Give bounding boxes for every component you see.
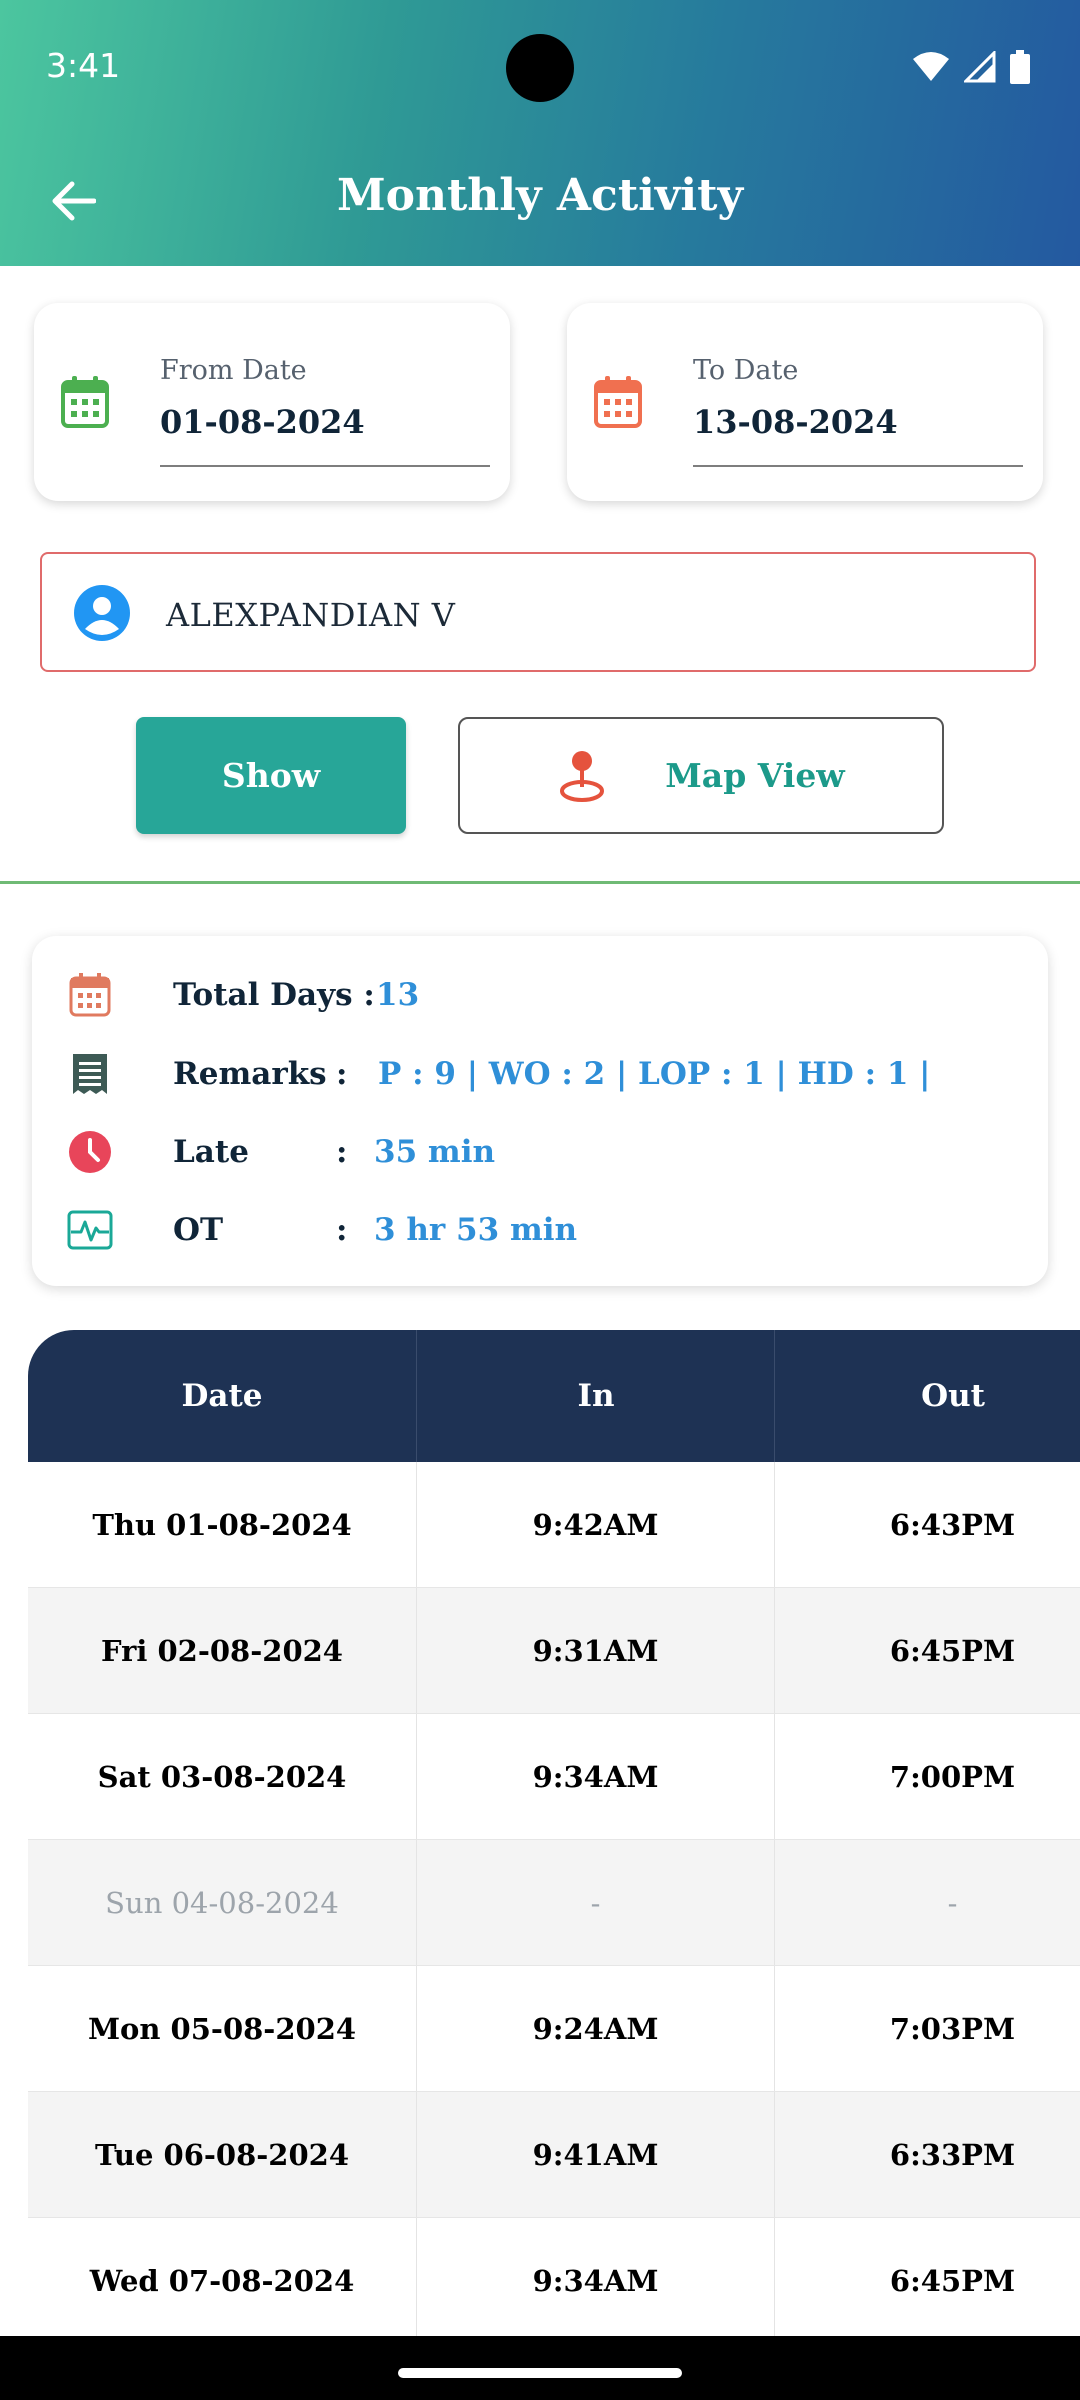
status-time: 3:41 xyxy=(46,46,121,85)
cell-date: Fri 02-08-2024 xyxy=(101,1634,343,1668)
cell-out: 6:33PM xyxy=(774,2092,1080,2218)
app-header: 3:41 Monthly Activity xyxy=(0,0,1080,266)
pulse-icon xyxy=(67,1210,113,1250)
home-gesture-handle[interactable] xyxy=(398,2368,682,2378)
employee-name: ALEXPANDIAN V xyxy=(166,596,456,634)
cell-date: Tue 06-08-2024 xyxy=(94,2138,350,2172)
to-date-field[interactable]: To Date 13-08-2024 xyxy=(567,303,1043,501)
from-date-underline xyxy=(160,465,490,467)
cell-in: 9:31AM xyxy=(416,1588,774,1714)
table-row[interactable]: Sat 03-08-2024 9:34AM 7:00PM xyxy=(28,1714,1080,1840)
cell-out: 7:00PM xyxy=(774,1714,1080,1840)
to-date-underline xyxy=(693,465,1023,467)
table-row[interactable]: Wed 07-08-2024 9:34AM 6:45PM xyxy=(28,2218,1080,2336)
total-days-row: Total Days : 13 xyxy=(66,971,419,1019)
table-row[interactable]: Fri 02-08-2024 9:31AM 6:45PM xyxy=(28,1588,1080,1714)
late-colon: : xyxy=(336,1134,348,1170)
table-row[interactable]: Tue 06-08-2024 9:41AM 6:33PM xyxy=(28,2092,1080,2218)
table-row[interactable]: Sun 04-08-2024 - - xyxy=(28,1840,1080,1966)
cell-out: 6:43PM xyxy=(774,1462,1080,1588)
from-date-value: 01-08-2024 xyxy=(160,403,365,441)
page-title: Monthly Activity xyxy=(336,170,744,221)
remarks-row: Remarks : P : 9 | WO : 2 | LOP : 1 | HD … xyxy=(66,1050,930,1098)
wifi-icon xyxy=(913,52,949,81)
table-row[interactable]: Mon 05-08-2024 9:24AM 7:03PM xyxy=(28,1966,1080,2092)
column-header-date: Date xyxy=(181,1378,263,1414)
map-pin-icon xyxy=(560,750,605,802)
ot-value: 3 hr 53 min xyxy=(374,1212,578,1248)
cell-out: 6:45PM xyxy=(774,2218,1080,2336)
cell-date: Mon 05-08-2024 xyxy=(87,2012,357,2046)
cell-in: - xyxy=(416,1840,774,1966)
cell-out: 6:45PM xyxy=(774,1588,1080,1714)
ot-row: OT : 3 hr 53 min xyxy=(66,1206,577,1254)
cell-in: 9:41AM xyxy=(416,2092,774,2218)
cell-in: 9:34AM xyxy=(416,2218,774,2336)
map-view-button[interactable]: Map View xyxy=(458,717,944,834)
receipt-icon xyxy=(73,1054,107,1094)
late-value: 35 min xyxy=(374,1134,496,1170)
cell-in: 9:34AM xyxy=(416,1714,774,1840)
total-days-label: Total Days : xyxy=(173,977,375,1013)
total-days-value: 13 xyxy=(376,977,420,1013)
table-row[interactable]: Thu 01-08-2024 9:42AM 6:43PM xyxy=(28,1462,1080,1588)
to-date-value: 13-08-2024 xyxy=(693,403,898,441)
cell-date: Sun 04-08-2024 xyxy=(105,1886,339,1920)
from-date-label: From Date xyxy=(160,355,307,386)
cell-date: Sat 03-08-2024 xyxy=(97,1760,347,1794)
remarks-colon: : xyxy=(336,1056,348,1092)
column-header-in: In xyxy=(416,1330,775,1462)
summary-card: Total Days : 13 Remarks : P : 9 | WO : 2… xyxy=(32,936,1048,1286)
remarks-value: P : 9 | WO : 2 | LOP : 1 | HD : 1 | xyxy=(378,1056,931,1092)
cell-date: Wed 07-08-2024 xyxy=(89,2264,355,2298)
calendar-icon xyxy=(61,376,109,428)
late-label: Late xyxy=(173,1134,249,1170)
employee-select[interactable]: ALEXPANDIAN V xyxy=(40,552,1036,672)
table-header: Date In Out xyxy=(28,1330,1080,1462)
camera-cutout xyxy=(506,34,574,102)
status-icons xyxy=(912,50,1030,84)
signal-icon xyxy=(964,51,996,83)
system-nav-bar xyxy=(0,2336,1080,2400)
ot-label: OT xyxy=(173,1212,224,1248)
late-row: Late : 35 min xyxy=(66,1128,495,1176)
battery-icon xyxy=(1010,50,1030,84)
cell-out: 7:03PM xyxy=(774,1966,1080,2092)
remarks-label: Remarks xyxy=(173,1056,327,1092)
cell-out: - xyxy=(774,1840,1080,1966)
attendance-table[interactable]: Date In Out Thu 01-08-2024 9:42AM 6:43PM… xyxy=(28,1330,1080,2336)
from-date-field[interactable]: From Date 01-08-2024 xyxy=(34,303,510,501)
column-header-out: Out xyxy=(774,1330,1080,1462)
calendar-icon xyxy=(594,376,642,428)
show-button[interactable]: Show xyxy=(136,717,406,834)
cell-in: 9:24AM xyxy=(416,1966,774,2092)
cell-date: Thu 01-08-2024 xyxy=(92,1508,352,1542)
section-divider xyxy=(0,881,1080,884)
calendar-icon xyxy=(69,973,111,1017)
to-date-label: To Date xyxy=(693,355,799,386)
person-circle-icon xyxy=(74,585,130,641)
map-view-label: Map View xyxy=(665,756,845,795)
ot-colon: : xyxy=(336,1212,348,1248)
clock-icon xyxy=(69,1131,111,1173)
cell-in: 9:42AM xyxy=(416,1462,774,1588)
